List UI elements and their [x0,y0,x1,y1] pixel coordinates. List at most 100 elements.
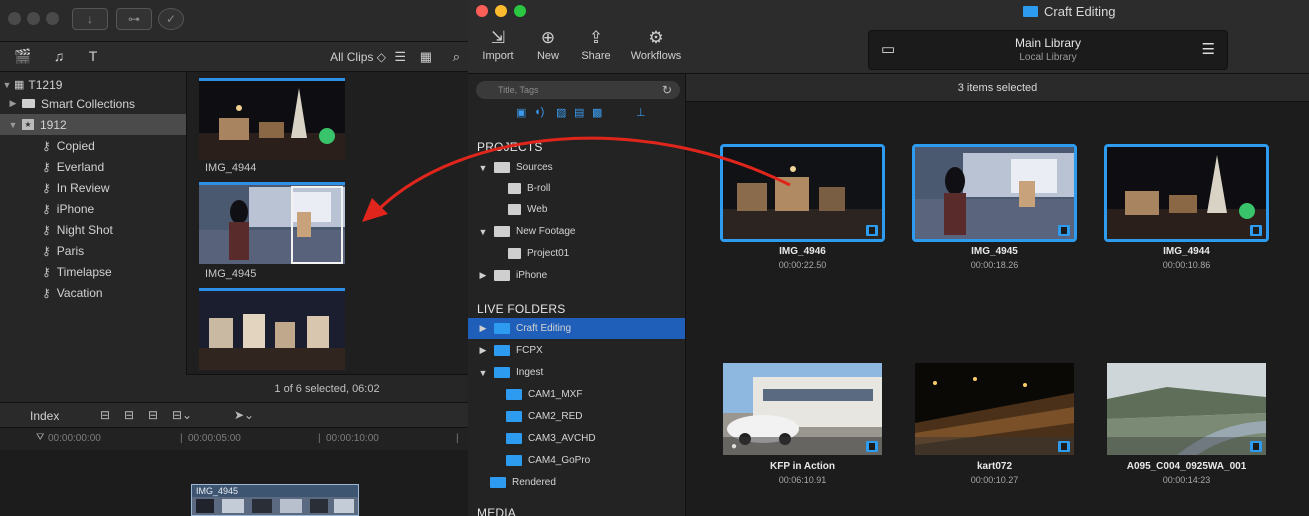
library-icon: ▦ [14,79,25,91]
disclosure-open-icon[interactable]: ▼ [476,163,490,173]
background-tasks-button[interactable]: ✓ [158,8,184,30]
smart-collections-row[interactable]: ▶ Smart Collections [0,93,186,114]
selection-bar [199,182,345,185]
zoom-button[interactable] [514,5,526,17]
disclosure-open-icon[interactable]: ▼ [6,120,20,130]
tile-duration: 00:00:10.27 [970,475,1019,485]
live-folder-row[interactable]: CAM3_AVCHD [468,428,685,449]
library-selector[interactable]: ▭ Main Library Local Library ☰ [868,30,1228,70]
keyword-row[interactable]: ⚷ Copied [0,135,186,156]
media-tile[interactable] [912,144,1077,242]
filter-other-icon[interactable]: ▩ [592,106,602,119]
disclosure-open-icon[interactable]: ▼ [476,368,490,378]
share-button[interactable]: ⇪ Share [578,26,614,62]
titles-generators-icon[interactable]: T [84,48,102,66]
tile-thumbnail [1107,363,1266,455]
media-tile[interactable] [915,363,1074,455]
keyword-row[interactable]: ⚷ iPhone [0,198,186,219]
list-icon[interactable]: ☰ [1202,40,1215,58]
live-folder-row[interactable]: Rendered [468,472,685,493]
live-folder-row[interactable]: ▶ FCPX [468,340,685,361]
project-row[interactable]: Project01 [468,243,685,264]
connect-clip-icon[interactable]: ⊟ [100,408,110,422]
playhead-icon[interactable]: ⛛ [36,432,44,443]
project-label: iPhone [516,270,548,281]
filter-video-icon[interactable]: ▣ [516,106,526,119]
media-tile[interactable] [1104,144,1269,242]
key-icon: ⚷ [42,285,51,300]
select-tool-icon[interactable]: ➤⌄ [234,408,254,422]
insert-clip-icon[interactable]: ⊟ [124,408,134,422]
index-button[interactable]: Index [30,409,59,423]
close-button[interactable] [476,5,488,17]
clip-thumbnail-image [199,78,345,160]
close-button[interactable] [8,12,21,25]
hierarchy-icon[interactable]: ⊥ [636,106,646,119]
filter-audio-icon[interactable]: ◖) [534,106,544,118]
keyword-row[interactable]: ⚷ Night Shot [0,219,186,240]
timeline-clip[interactable]: IMG_4945 [191,484,359,516]
minimize-button[interactable] [495,5,507,17]
folder-icon [490,477,506,488]
project-row[interactable]: ▼ Sources [468,157,685,178]
photos-audio-icon[interactable]: ♫ [50,48,68,66]
filter-document-icon[interactable]: ▤ [574,106,584,119]
filmstrip-icon[interactable]: ▦ [420,49,432,65]
keyword-row[interactable]: ⚷ Timelapse [0,261,186,282]
media-header: MEDIA [477,506,517,516]
list-view-icon[interactable]: ☰ [394,49,406,65]
project-row[interactable]: Web [468,199,685,220]
event-row-1912[interactable]: ▼ ★ 1912 [0,114,186,135]
live-folder-row[interactable]: CAM2_RED [468,406,685,427]
timeline[interactable]: IMG_4945 [0,450,468,516]
media-tile[interactable] [1107,363,1266,455]
project-icon [494,162,510,173]
skimmer-range[interactable] [291,186,343,264]
screen: ↓ ⊶ ✓ 🎬 ♫ T All Clips ◇ ☰ ▦ ⌕ ▼ ▦ T1219 … [0,0,1309,516]
project-row[interactable]: ▼ New Footage [468,221,685,242]
new-button[interactable]: ⊕ New [530,26,566,62]
disclosure-closed-icon[interactable]: ▶ [476,323,490,334]
clip-name: IMG_4945 [205,268,257,280]
clip-browser: IMG_4944 IMG_4945 [186,72,468,402]
disclosure-closed-icon[interactable]: ▶ [476,345,490,356]
project-row[interactable]: ▶ iPhone [468,265,685,286]
clip-thumbnail[interactable] [199,78,345,160]
media-tile[interactable] [720,144,885,242]
media-tile[interactable]: ● [723,363,882,455]
overwrite-clip-icon[interactable]: ⊟⌄ [172,408,192,422]
keyword-row[interactable]: ⚷ Paris [0,240,186,261]
disclosure-closed-icon[interactable]: ▶ [476,270,490,281]
filter-image-icon[interactable]: ▨ [556,106,566,119]
live-folder-row-selected[interactable]: ▶ Craft Editing [468,318,685,339]
project-row[interactable]: B-roll [468,178,685,199]
keyword-row[interactable]: ⚷ Everland [0,156,186,177]
search-icon[interactable]: ⌕ [453,49,460,65]
new-label: New [536,50,559,62]
live-folder-row[interactable]: ▼ Ingest [468,362,685,383]
media-app-window: Craft Editing ⇲ Import ⊕ New ⇪ Share ⚙ W… [468,0,1309,516]
refresh-icon[interactable]: ↻ [662,83,672,97]
library-row[interactable]: ▼ ▦ T1219 [0,74,186,95]
keyword-row[interactable]: ⚷ Vacation [0,282,186,303]
clip-thumbnail[interactable] [199,288,345,370]
live-folder-row[interactable]: CAM4_GoPro [468,450,685,471]
workflows-button[interactable]: ⚙ Workflows [628,26,684,62]
import-button[interactable]: ⇲ Import [480,26,516,62]
clip-filter-dropdown[interactable]: All Clips ◇ [330,50,386,64]
live-folder-row[interactable]: CAM1_MXF [468,384,685,405]
clip-thumbnail[interactable] [199,182,345,264]
minimize-button[interactable] [27,12,40,25]
disclosure-closed-icon[interactable]: ▶ [6,98,20,109]
event-label: 1912 [40,117,67,132]
append-clip-icon[interactable]: ⊟ [148,408,158,422]
search-input[interactable]: Title, Tags [476,81,680,99]
keyword-button[interactable]: ⊶ [116,8,152,30]
disclosure-open-icon[interactable]: ▼ [476,227,490,237]
import-button[interactable]: ↓ [72,8,108,30]
libraries-icon[interactable]: 🎬 [14,48,32,66]
zoom-button[interactable] [46,12,59,25]
disclosure-open-icon[interactable]: ▼ [0,80,14,90]
workflows-label: Workflows [630,50,682,62]
keyword-row[interactable]: ⚷ In Review [0,177,186,198]
